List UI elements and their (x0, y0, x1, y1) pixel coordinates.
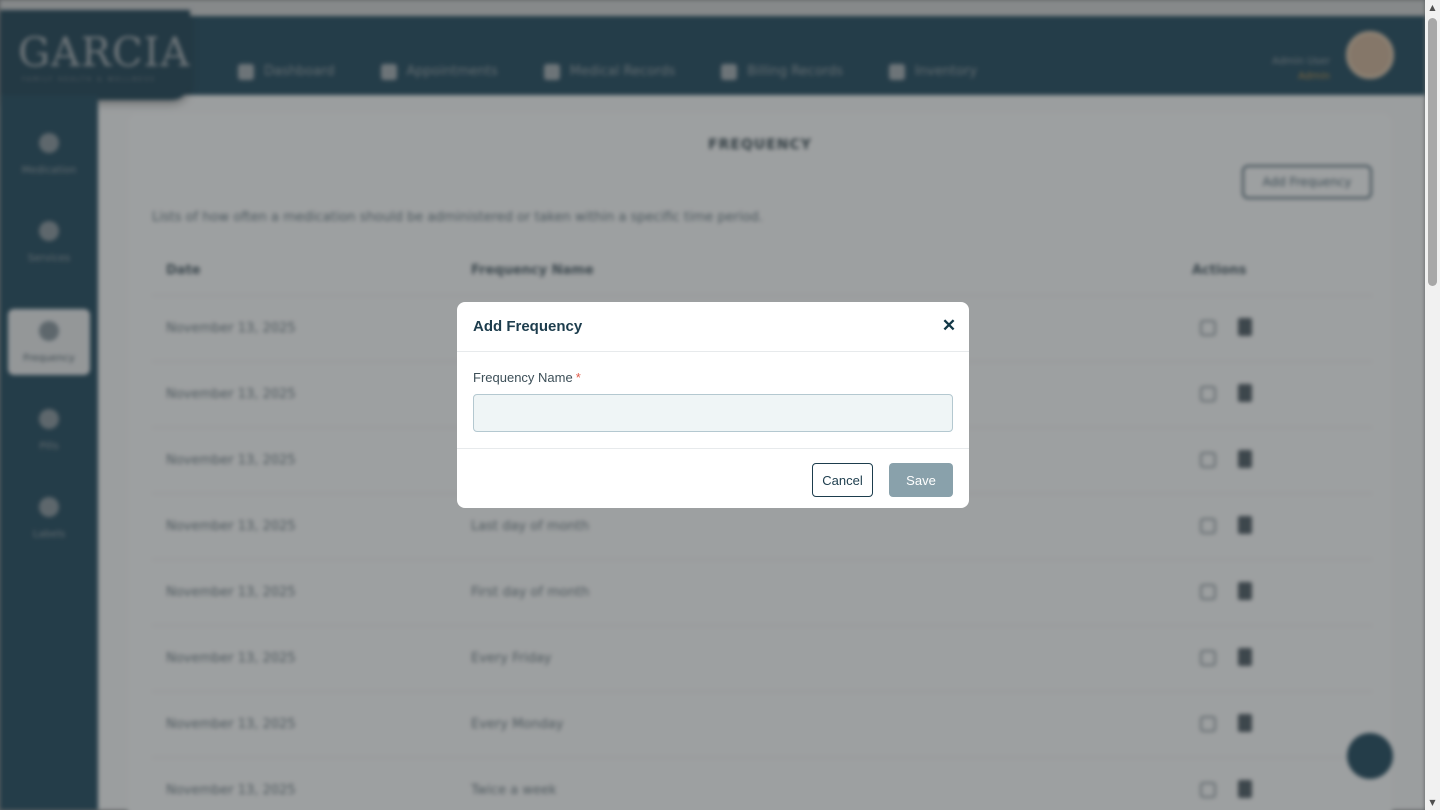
modal-footer: Cancel Save (457, 448, 969, 508)
page-scrollbar[interactable]: ▲ ▼ (1425, 0, 1440, 810)
required-asterisk: * (575, 370, 581, 385)
frequency-name-label: Frequency Name * (473, 370, 581, 385)
frequency-name-input[interactable] (473, 394, 953, 432)
modal-header: Add Frequency ✕ (457, 302, 969, 352)
scroll-down-arrow-icon[interactable]: ▼ (1425, 795, 1440, 810)
modal-title: Add Frequency (473, 318, 583, 335)
cancel-button[interactable]: Cancel (812, 463, 873, 497)
add-frequency-modal: Add Frequency ✕ Frequency Name * Cancel S… (457, 302, 969, 508)
scroll-up-arrow-icon[interactable]: ▲ (1425, 0, 1440, 15)
save-button[interactable]: Save (889, 463, 953, 497)
close-icon[interactable]: ✕ (941, 316, 957, 336)
scroll-thumb[interactable] (1428, 18, 1437, 286)
